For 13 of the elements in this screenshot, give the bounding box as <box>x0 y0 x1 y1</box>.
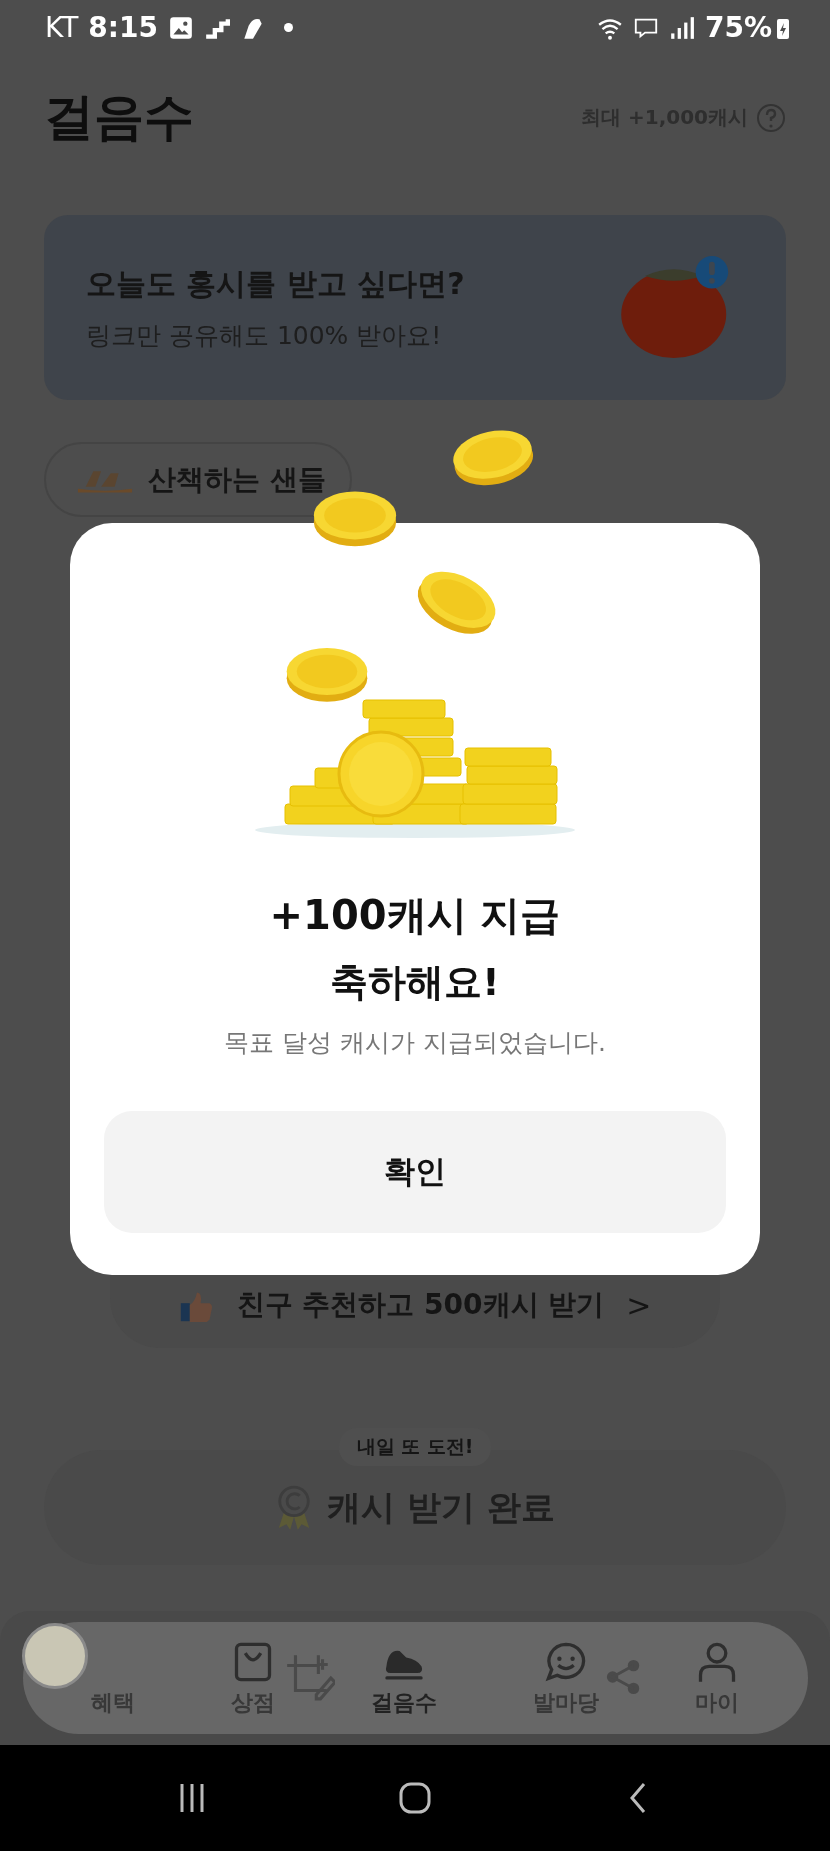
signal-icon <box>668 14 695 41</box>
notification-dot-icon <box>283 23 293 32</box>
home-icon[interactable] <box>397 1780 433 1816</box>
nav-tab[interactable]: 걸음수 <box>370 1638 437 1718</box>
dialog-heading: 축하해요! <box>330 959 500 1006</box>
carrier-name: KT <box>45 11 79 44</box>
clock-time: 8:15 <box>88 11 158 44</box>
battery-percent: 75% <box>704 11 772 44</box>
confirm-button[interactable]: 확인 <box>104 1111 726 1233</box>
image-icon <box>167 14 194 41</box>
dialog-title: +100캐시 지급 <box>269 891 561 940</box>
dialog-message: 목표 달성 캐시가 지급되었습니다. <box>224 1027 606 1059</box>
page-title: 걸음수 <box>44 87 194 148</box>
